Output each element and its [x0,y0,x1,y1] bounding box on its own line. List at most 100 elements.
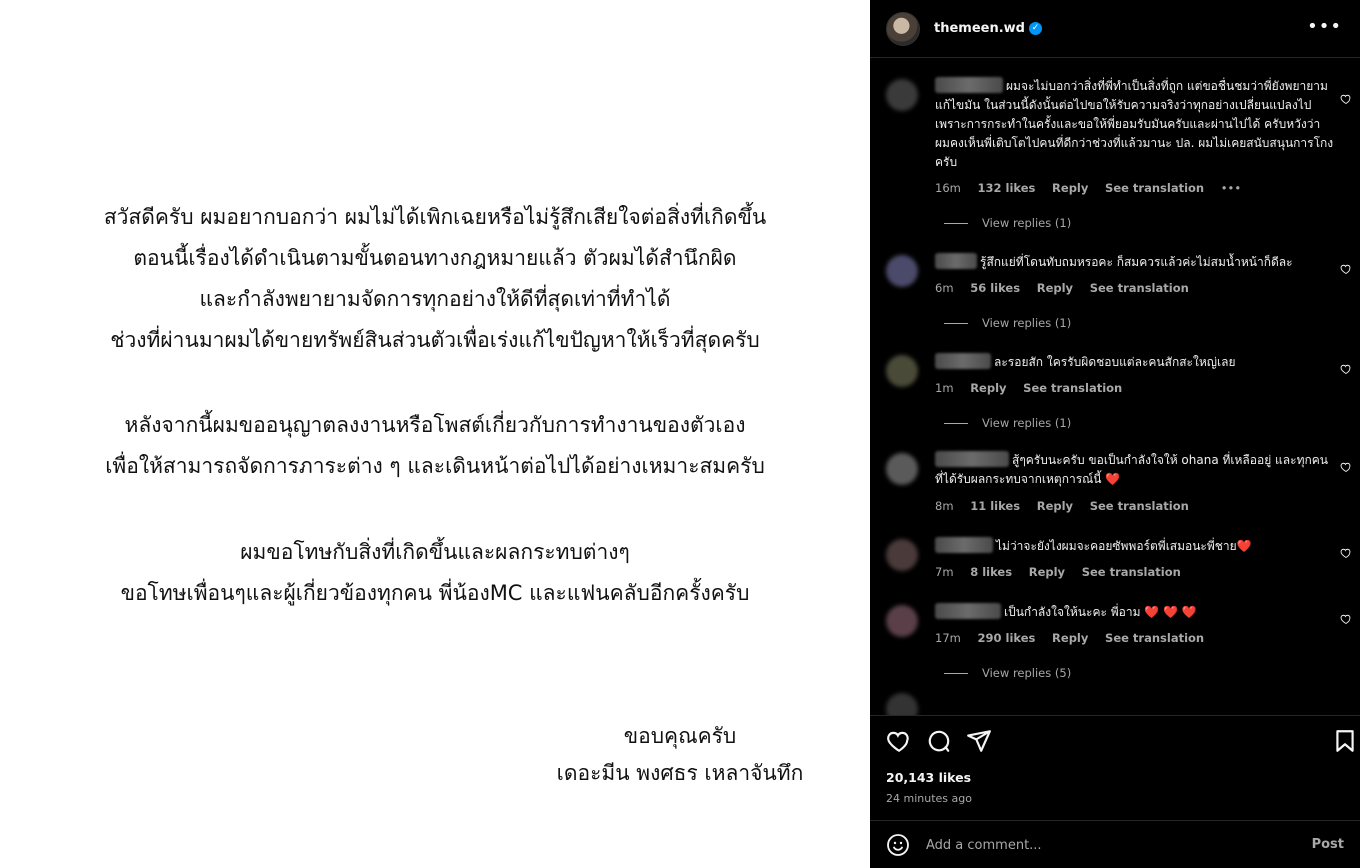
comment-time: 7m [935,565,954,579]
post-time: 24 minutes ago [886,792,972,805]
see-translation-button[interactable]: See translation [1105,631,1204,645]
comment-text: ละรอยสัก ใครรับผิดชอบแต่ละคนสักสะใหญ่เลย [994,355,1236,369]
see-translation-button[interactable]: See translation [1023,381,1122,395]
comment-text: ไม่ว่าจะยังไงผมจะคอยซัพพอร์ตพี่เสมอนะพี่… [996,539,1237,553]
post-image: สวัสดีครับ ผมอยากบอกว่า ผมไม่ได้เพิกเฉยห… [0,0,870,868]
replies-divider [944,322,968,324]
post-header: themeen.wd ✓ ••• [870,0,1360,58]
reply-button[interactable]: Reply [1037,499,1073,513]
commenter-avatar[interactable] [886,255,918,287]
comment-text: รู้สึกแย่ที่โดนทับถมหรอคะ ก็สมควรแล้วค่ะ… [980,255,1293,269]
share-send-icon[interactable] [966,728,992,754]
more-options-icon[interactable]: ••• [1307,16,1342,37]
blurred-username [935,353,991,369]
red-heart-emoji: ❤️ [1236,539,1252,553]
commenter-avatar[interactable] [886,453,918,485]
comment-bubble-icon[interactable] [926,728,952,754]
emoji-smiley-icon[interactable] [886,833,910,857]
like-comment-heart-icon[interactable] [1340,547,1352,559]
commenter-avatar[interactable] [886,539,918,571]
replies-divider [944,222,968,224]
statement-line: ตอนนี้เรื่องได้ดำเนินตามขั้นตอนทางกฎหมาย… [133,246,737,270]
comments-list[interactable]: ผมจะไม่บอกว่าสิ่งที่พี่ทำเป็นสิ่งที่ถูก … [870,59,1360,715]
signoff-line: เดอะมีน พงศธร เหลาจันทึก [556,761,804,785]
see-translation-button[interactable]: See translation [1105,181,1204,195]
avatar[interactable] [886,11,920,46]
red-heart-emoji: ❤️ ❤️ ❤️ [1144,605,1197,619]
add-comment-bar: Post [870,820,1360,868]
see-translation-button[interactable]: See translation [1082,565,1181,579]
statement-line: ผมขอโทษกับสิ่งที่เกิดขึ้นและผลกระทบต่างๆ [240,540,630,564]
replies-divider [944,672,968,674]
comment-time: 17m [935,631,961,645]
comment-text-block: รู้สึกแย่ที่โดนทับถมหรอคะ ก็สมควรแล้วค่ะ… [935,253,1335,272]
comment-likes[interactable]: 8 likes [970,565,1012,579]
comment-meta: 8m 11 likes Reply See translation [935,499,1202,513]
reply-button[interactable]: Reply [1052,181,1088,195]
comment-time: 16m [935,181,961,195]
statement-line: สวัสดีครับ ผมอยากบอกว่า ผมไม่ได้เพิกเฉยห… [103,205,767,229]
comment-text-block: ไม่ว่าจะยังไงผมจะคอยซัพพอร์ตพี่เสมอนะพี่… [935,537,1335,556]
blurred-username [935,451,1009,467]
like-comment-heart-icon[interactable] [1340,613,1352,625]
comment-time: 6m [935,281,954,295]
signoff-line: ขอบคุณครับ [623,724,737,748]
replies-divider [944,422,968,424]
reply-button[interactable]: Reply [1029,565,1065,579]
red-heart-emoji: ❤️ [1105,472,1121,486]
statement-line: เพื่อให้สามารถจัดการภาระต่าง ๆ และเดินหน… [105,454,765,478]
comment-text-block: เป็นกำลังใจให้นะคะ พี่อาม ❤️ ❤️ ❤️ [935,603,1335,622]
like-comment-heart-icon[interactable] [1340,263,1352,275]
add-comment-input[interactable] [926,833,1306,857]
see-translation-button[interactable]: See translation [1090,499,1189,513]
post-comment-button[interactable]: Post [1312,837,1344,852]
like-comment-heart-icon[interactable] [1340,93,1352,105]
statement-line: ขอโทษเพื่อนๆและผู้เกี่ยวข้องทุกคน พี่น้อ… [120,581,750,605]
reply-button[interactable]: Reply [1037,281,1073,295]
comment-meta: 7m 8 likes Reply See translation [935,565,1194,579]
commenter-avatar[interactable] [886,693,918,715]
statement-paragraph-3: ผมขอโทษกับสิ่งที่เกิดขึ้นและผลกระทบต่างๆ… [0,532,870,614]
view-replies-label: View replies (1) [982,216,1072,230]
comment-meta: 6m 56 likes Reply See translation [935,281,1202,295]
view-replies-button[interactable]: View replies (5) [944,666,1071,680]
blurred-username [935,603,1001,619]
comment-more-icon[interactable]: ••• [1221,181,1241,195]
comment-time: 8m [935,499,954,513]
comment-likes[interactable]: 11 likes [970,499,1020,513]
like-comment-heart-icon[interactable] [1340,461,1352,473]
comment-meta: 1m Reply See translation [935,381,1135,395]
comment-text-block: สู้ๆครับนะครับ ขอเป็นกำลังใจให้ ohana ที… [935,451,1335,489]
commenter-avatar[interactable] [886,605,918,637]
comment-text-block: ละรอยสัก ใครรับผิดชอบแต่ละคนสักสะใหญ่เลย [935,353,1335,372]
view-replies-button[interactable]: View replies (1) [944,416,1071,430]
comment-likes[interactable]: 56 likes [970,281,1020,295]
like-heart-icon[interactable] [886,728,912,754]
reply-button[interactable]: Reply [1052,631,1088,645]
statement-signoff: ขอบคุณครับ เดอะมีน พงศธร เหลาจันทึก [480,718,880,792]
view-replies-button[interactable]: View replies (1) [944,316,1071,330]
statement-line: ช่วงที่ผ่านมาผมได้ขายทรัพย์สินส่วนตัวเพื… [110,328,760,352]
reply-button[interactable]: Reply [970,381,1006,395]
bookmark-save-icon[interactable] [1332,728,1358,754]
comment-likes[interactable]: 290 likes [978,631,1036,645]
commenter-avatar[interactable] [886,355,918,387]
like-count[interactable]: 20,143 likes [886,770,971,785]
post-side-panel: themeen.wd ✓ ••• ผมจะไม่บอกว่าสิ่งที่พี่… [870,0,1360,868]
verified-badge-icon: ✓ [1028,22,1042,35]
post-actions: 20,143 likes 24 minutes ago [870,715,1360,833]
view-replies-label: View replies (1) [982,416,1072,430]
blurred-username [935,537,993,553]
statement-line: และกำลังพยายามจัดการทุกอย่างให้ดีที่สุดเ… [199,287,671,311]
statement-paragraph-1: สวัสดีครับ ผมอยากบอกว่า ผมไม่ได้เพิกเฉยห… [0,197,870,361]
commenter-avatar[interactable] [886,79,918,111]
like-comment-heart-icon[interactable] [1340,363,1352,375]
view-replies-button[interactable]: View replies (1) [944,216,1071,230]
statement-line: หลังจากนี้ผมขออนุญาตลงงานหรือโพสต์เกี่ยว… [124,413,746,437]
see-translation-button[interactable]: See translation [1090,281,1189,295]
username[interactable]: themeen.wd [934,21,1025,36]
view-replies-label: View replies (5) [982,666,1072,680]
statement-paragraph-2: หลังจากนี้ผมขออนุญาตลงงานหรือโพสต์เกี่ยว… [0,405,870,487]
comment-likes[interactable]: 132 likes [978,181,1036,195]
blurred-username [935,77,1003,93]
